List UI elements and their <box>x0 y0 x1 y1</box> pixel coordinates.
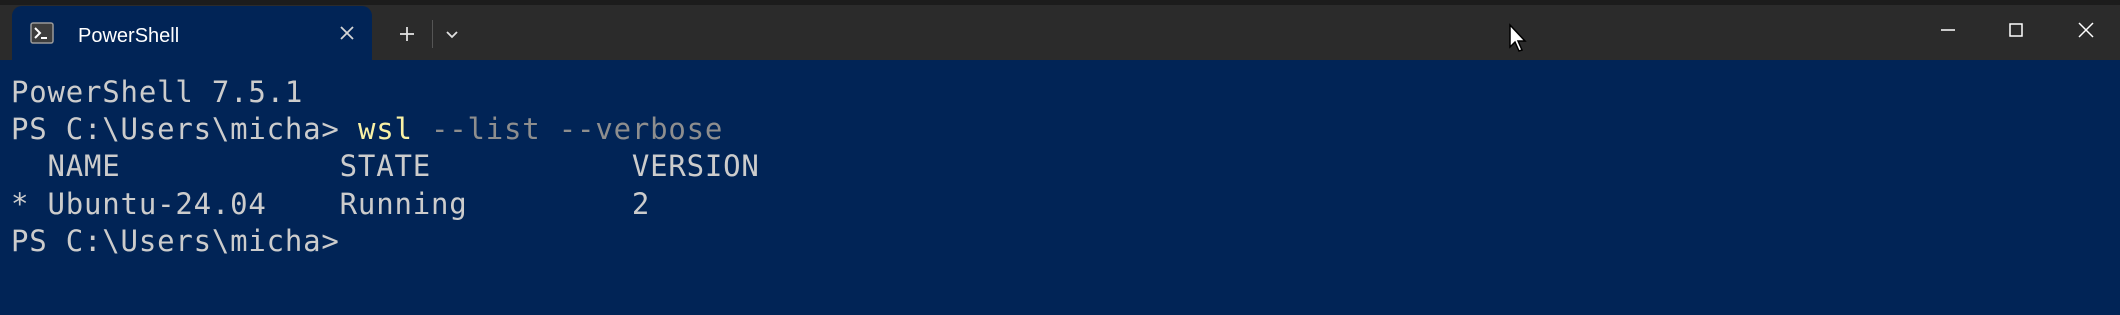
terminal-output[interactable]: PowerShell 7.5.1 PS C:\Users\micha> wsl … <box>0 60 2120 315</box>
terminal-window: PowerShell PowerShell 7.5.1 PS C:\Users\… <box>0 0 2120 315</box>
minimize-button[interactable] <box>1928 12 1968 48</box>
banner-line: PowerShell 7.5.1 <box>11 75 304 109</box>
command: wsl <box>357 112 413 146</box>
table-row: * Ubuntu-24.04 Running 2 <box>11 187 651 221</box>
maximize-button[interactable] <box>1996 12 2036 48</box>
tab-title: PowerShell <box>78 25 180 47</box>
prompt: PS C:\Users\micha> <box>11 112 358 146</box>
powershell-icon <box>30 22 54 44</box>
chevron-down-icon <box>446 31 458 39</box>
tab-dropdown-button[interactable] <box>440 22 464 46</box>
tab-divider <box>432 20 433 48</box>
command-line: PS C:\Users\micha> wsl --list --verbose <box>11 111 723 148</box>
mouse-cursor-icon <box>1508 23 1528 53</box>
minimize-icon <box>1941 29 1955 31</box>
command-arguments: --list --verbose <box>412 112 724 146</box>
prompt-line: PS C:\Users\micha> <box>11 224 340 258</box>
title-bar[interactable]: PowerShell <box>0 0 2120 60</box>
close-icon <box>2078 22 2094 38</box>
title-bar-edge <box>0 0 2120 5</box>
maximize-icon <box>2009 23 2023 37</box>
plus-icon <box>400 27 414 41</box>
table-header: NAME STATE VERSION <box>11 149 760 183</box>
new-tab-button[interactable] <box>393 20 421 48</box>
tab-powershell[interactable]: PowerShell <box>12 6 372 60</box>
close-icon[interactable] <box>334 20 360 46</box>
window-close-button[interactable] <box>2066 12 2106 48</box>
